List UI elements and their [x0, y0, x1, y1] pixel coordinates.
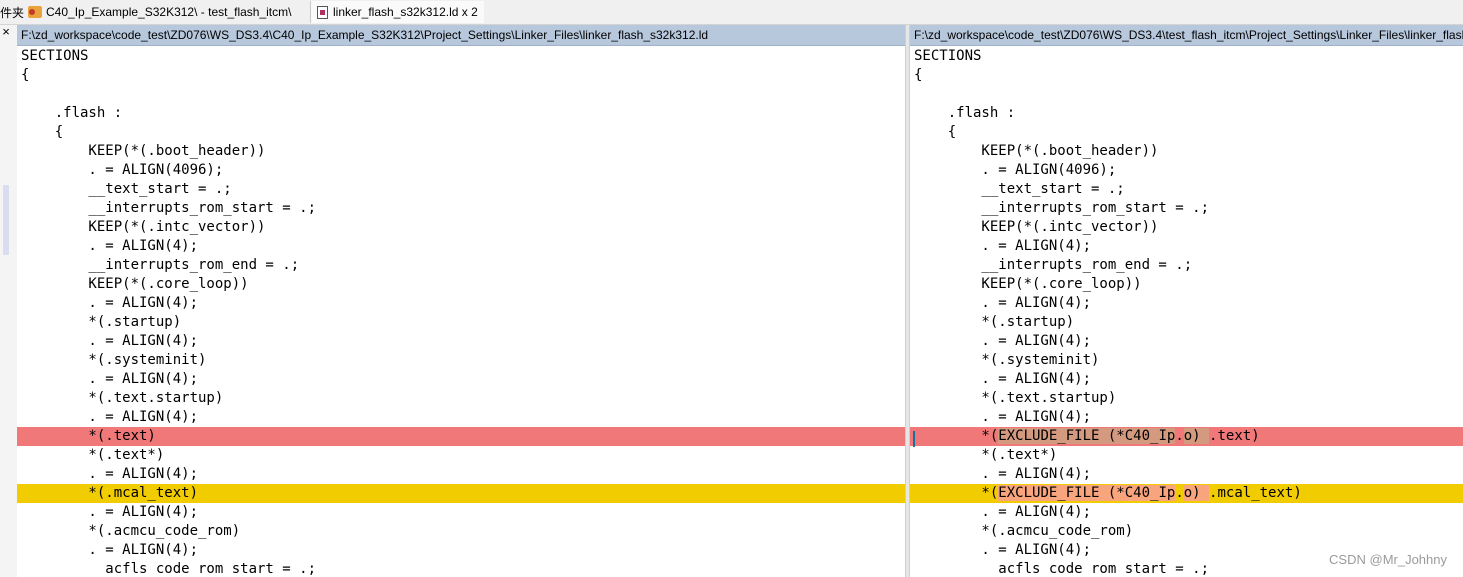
current-diff-marker: [913, 431, 915, 447]
code-line[interactable]: [910, 85, 1463, 104]
code-line[interactable]: SECTIONS: [17, 47, 905, 66]
left-pane[interactable]: F:\zd_workspace\code_test\ZD076\WS_DS3.4…: [17, 25, 905, 577]
code-line[interactable]: *(EXCLUDE_FILE (*C40_Ip.o) .text): [910, 427, 1463, 446]
code-line[interactable]: . = ALIGN(4);: [910, 332, 1463, 351]
code-line[interactable]: {: [910, 66, 1463, 85]
code-line[interactable]: KEEP(*(.boot_header)): [17, 142, 905, 161]
tab-file-compare-label: linker_flash_s32k312.ld x 2: [333, 5, 478, 19]
code-line[interactable]: *(.startup): [17, 313, 905, 332]
code-line[interactable]: SECTIONS: [910, 47, 1463, 66]
tab-folder-compare-label: C40_Ip_Example_S32K312\ - test_flash_itc…: [46, 5, 292, 19]
left-code-view[interactable]: SECTIONS{ .flash : { KEEP(*(.boot_header…: [17, 47, 905, 577]
code-line[interactable]: . = ALIGN(4);: [910, 465, 1463, 484]
code-line[interactable]: {: [17, 123, 905, 142]
code-line[interactable]: *(.mcal_text): [17, 484, 905, 503]
code-line[interactable]: __interrupts_rom_end = .;: [910, 256, 1463, 275]
code-line[interactable]: __interrupts_rom_start = .;: [17, 199, 905, 218]
watermark: CSDN @Mr_Johhny: [1329, 552, 1447, 567]
code-line[interactable]: . = ALIGN(4);: [910, 237, 1463, 256]
code-line[interactable]: __text_start = .;: [910, 180, 1463, 199]
left-path-bar: F:\zd_workspace\code_test\ZD076\WS_DS3.4…: [17, 25, 905, 46]
code-line[interactable]: . = ALIGN(4);: [910, 370, 1463, 389]
code-line[interactable]: . = ALIGN(4);: [17, 294, 905, 313]
code-line[interactable]: *(.text): [17, 427, 905, 446]
code-line[interactable]: *(.startup): [910, 313, 1463, 332]
code-line[interactable]: . = ALIGN(4);: [910, 503, 1463, 522]
code-line[interactable]: *(.text.startup): [910, 389, 1463, 408]
right-path-bar: F:\zd_workspace\code_test\ZD076\WS_DS3.4…: [910, 25, 1463, 46]
code-line[interactable]: __interrupts_rom_end = .;: [17, 256, 905, 275]
code-line[interactable]: . = ALIGN(4);: [17, 370, 905, 389]
right-pane[interactable]: F:\zd_workspace\code_test\ZD076\WS_DS3.4…: [910, 25, 1463, 577]
file-compare-icon: [317, 5, 328, 19]
code-line[interactable]: . = ALIGN(4);: [17, 332, 905, 351]
code-line[interactable]: .flash :: [17, 104, 905, 123]
tab-file-compare[interactable]: linker_flash_s32k312.ld x 2: [310, 1, 484, 23]
code-line[interactable]: KEEP(*(.intc_vector)): [910, 218, 1463, 237]
code-line[interactable]: . = ALIGN(4096);: [17, 161, 905, 180]
diff-overview-mark[interactable]: [3, 185, 9, 255]
code-line[interactable]: . = ALIGN(4096);: [910, 161, 1463, 180]
code-line[interactable]: KEEP(*(.core_loop)): [910, 275, 1463, 294]
code-line[interactable]: . = ALIGN(4);: [17, 541, 905, 560]
code-line[interactable]: *(.acmcu_code_rom): [17, 522, 905, 541]
code-line[interactable]: *(EXCLUDE_FILE (*C40_Ip.o) .mcal_text): [910, 484, 1463, 503]
right-code-view[interactable]: SECTIONS{ .flash : { KEEP(*(.boot_header…: [910, 47, 1463, 577]
code-line[interactable]: . = ALIGN(4);: [17, 237, 905, 256]
code-line[interactable]: __interrupts_rom_start = .;: [910, 199, 1463, 218]
code-line[interactable]: *(.acmcu_code_rom): [910, 522, 1463, 541]
code-line[interactable]: KEEP(*(.intc_vector)): [17, 218, 905, 237]
code-line[interactable]: *(.text*): [910, 446, 1463, 465]
code-line[interactable]: . = ALIGN(4);: [910, 408, 1463, 427]
code-line[interactable]: *(.text*): [17, 446, 905, 465]
left-gutter[interactable]: [0, 25, 17, 577]
code-line[interactable]: __text_start = .;: [17, 180, 905, 199]
tab-folder-compare[interactable]: C40_Ip_Example_S32K312\ - test_flash_itc…: [28, 1, 295, 23]
code-line[interactable]: .flash :: [910, 104, 1463, 123]
code-line[interactable]: *(.systeminit): [910, 351, 1463, 370]
folder-compare-icon: [28, 6, 42, 18]
code-line[interactable]: acfls code rom start = .;: [17, 560, 905, 577]
code-line[interactable]: . = ALIGN(4);: [17, 465, 905, 484]
code-line[interactable]: KEEP(*(.boot_header)): [910, 142, 1463, 161]
code-line[interactable]: *(.text.startup): [17, 389, 905, 408]
code-line[interactable]: {: [17, 66, 905, 85]
code-line[interactable]: {: [910, 123, 1463, 142]
close-icon[interactable]: ×: [0, 24, 12, 40]
code-line[interactable]: . = ALIGN(4);: [910, 294, 1463, 313]
code-line[interactable]: *(.systeminit): [17, 351, 905, 370]
tab-bar: 件夹 C40_Ip_Example_S32K312\ - test_flash_…: [0, 0, 1463, 25]
code-line[interactable]: . = ALIGN(4);: [17, 408, 905, 427]
code-line[interactable]: . = ALIGN(4);: [17, 503, 905, 522]
code-line[interactable]: [17, 85, 905, 104]
code-line[interactable]: KEEP(*(.core_loop)): [17, 275, 905, 294]
tab-left-stub[interactable]: 件夹: [0, 4, 24, 21]
